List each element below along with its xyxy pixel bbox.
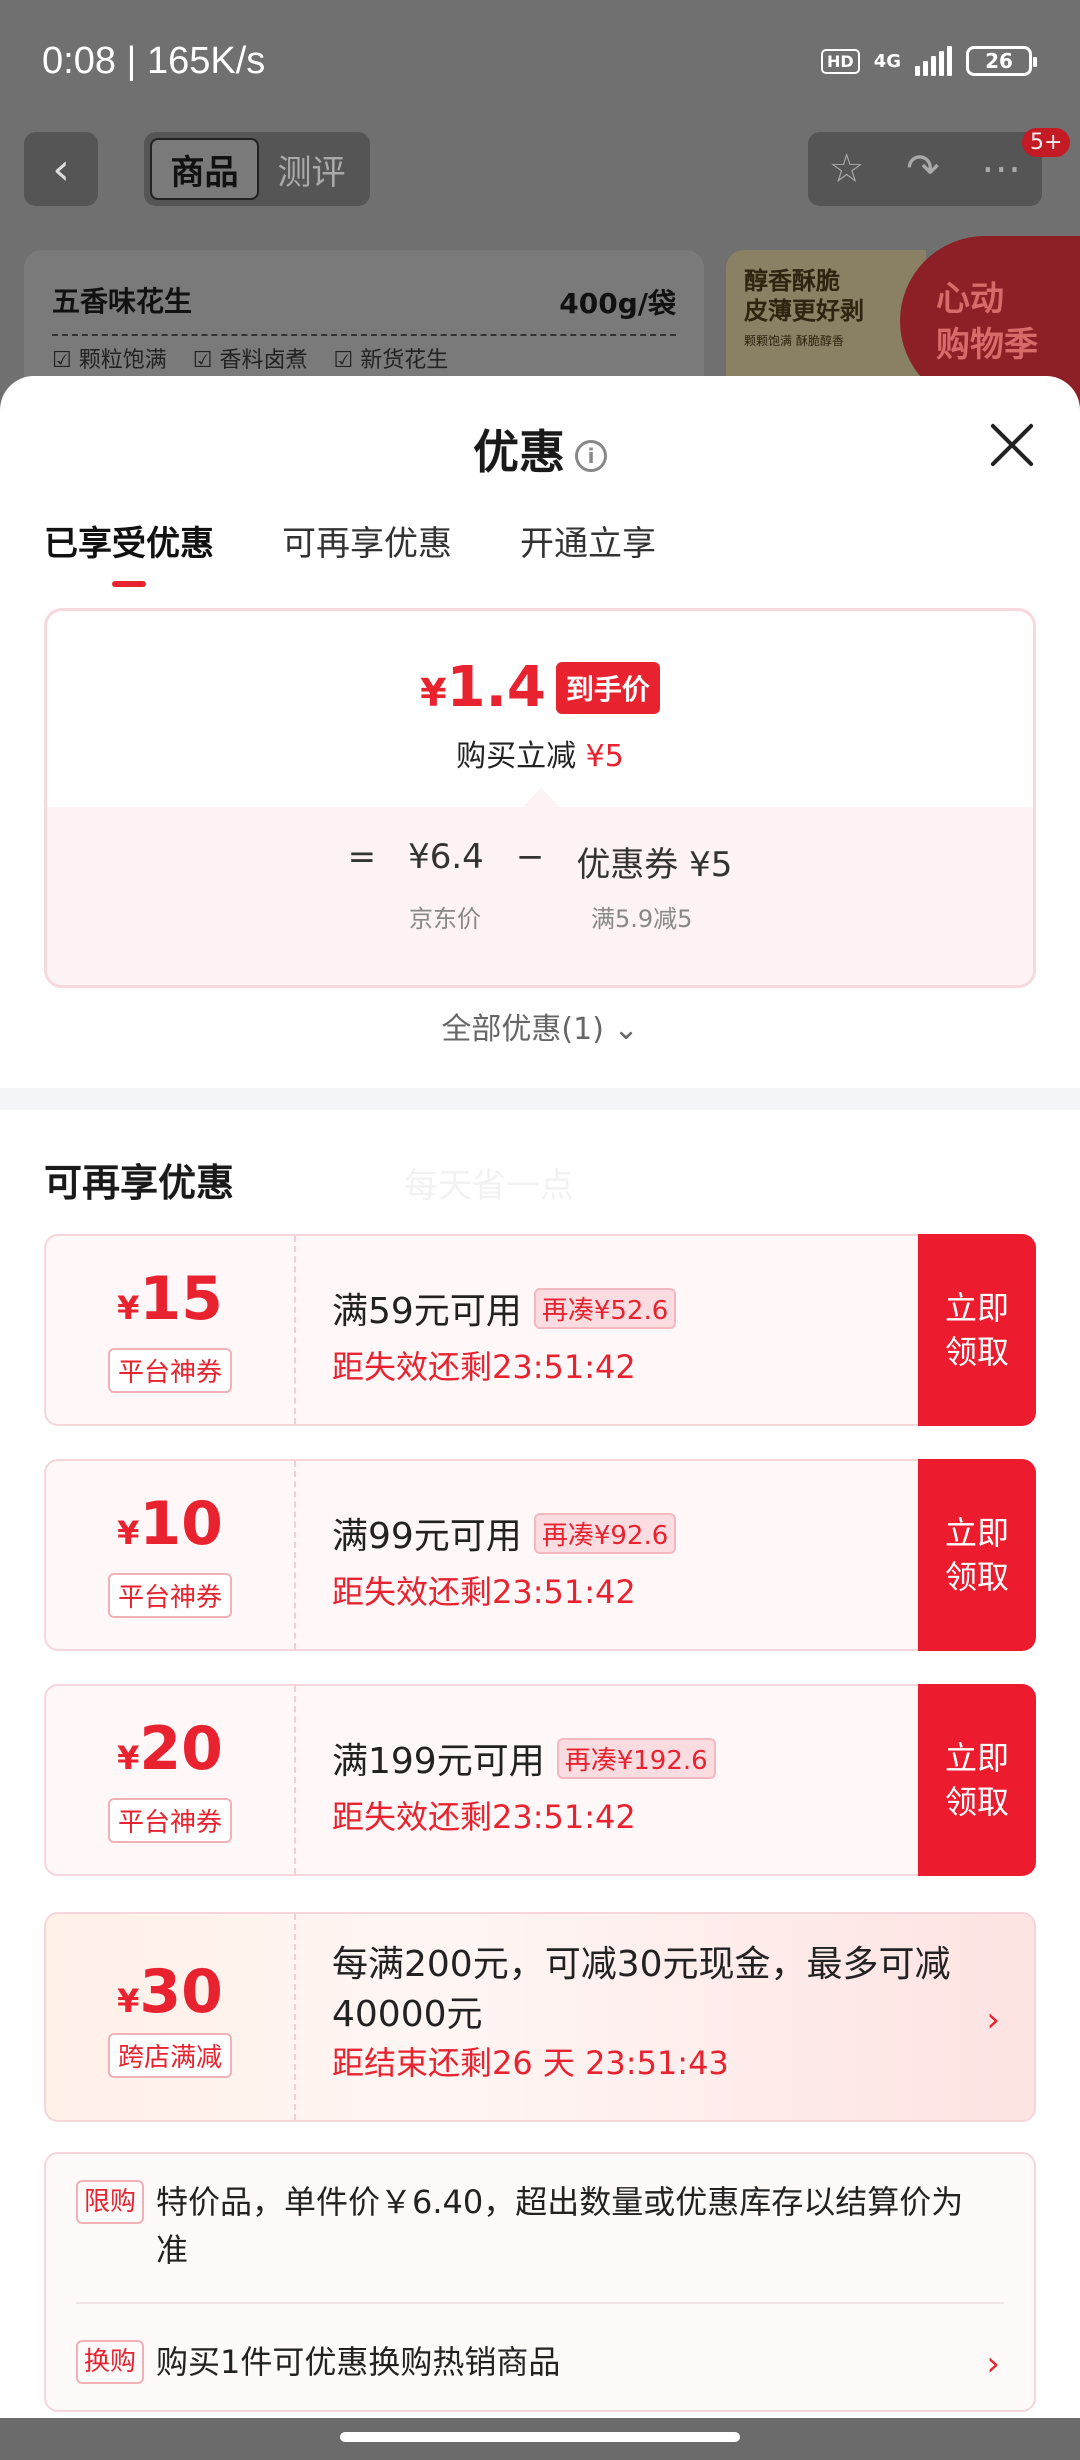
coupon-condition: 满199元可用 再凑¥192.6: [332, 1732, 716, 1784]
coupon-timer: 距失效还剩23:51:42: [332, 1573, 636, 1611]
home-indicator: [0, 2418, 1080, 2460]
price-summary: ¥1.4 到手价 购买立减 ¥5 = ¥6.4 − 优惠券 ¥5 京东价 满5.…: [44, 608, 1036, 988]
section-title: 可再享优惠: [44, 1161, 235, 1205]
coupon-condition: 满59元可用 再凑¥52.6: [332, 1282, 677, 1334]
watermark: 每天省一点: [404, 1166, 574, 1206]
coupon-need-badge: 再凑¥92.6: [533, 1512, 677, 1554]
status-time: 0:08 | 165K/s: [42, 40, 266, 82]
rule-tag: 换购: [76, 2340, 145, 2384]
coupon-details: 满199元可用 再凑¥192.6 距失效还剩23:51:42: [332, 1732, 716, 1838]
cross-store-discount[interactable]: ¥30 跨店满减 每满200元，可减30元现金，最多可减40000元 距结束还剩…: [44, 1912, 1036, 2122]
product-size: 400g/袋: [559, 287, 676, 320]
header-tabs: 商品 测评: [144, 132, 370, 206]
notification-badge: 5+: [1022, 128, 1071, 157]
signal-icon: [915, 46, 952, 76]
cross-store-amount: ¥30: [117, 1956, 223, 2027]
all-offers-toggle[interactable]: 全部优惠(1) ⌄: [0, 1004, 1080, 1048]
coupon-value: ¥10 平台神券: [46, 1461, 296, 1649]
coupon-timer: 距失效还剩23:51:42: [332, 1348, 636, 1386]
coupon-condition-label: 满5.9减5: [591, 905, 693, 933]
battery-icon: 26: [966, 46, 1037, 76]
minus-sign: −: [515, 837, 545, 877]
claim-button[interactable]: 立即 领取: [918, 1459, 1036, 1651]
tab-enjoyed[interactable]: 已享受优惠: [44, 516, 214, 587]
product-tags: ☑ 颗粒饱满 ☑ 香料卤煮 ☑ 新货花生: [52, 334, 676, 374]
coupon-card: ¥20 平台神券 满199元可用 再凑¥192.6 距失效还剩23:51:42 立…: [44, 1684, 1036, 1876]
info-icon[interactable]: i: [575, 439, 607, 472]
top-actions: ☆ ↷ ⋯: [808, 132, 1042, 206]
more-icon[interactable]: ⋯: [981, 146, 1021, 192]
status-icons: HD 4G 26: [821, 46, 1037, 76]
final-price: ¥1.4: [420, 655, 546, 720]
coupon-need-badge: 再凑¥192.6: [556, 1737, 716, 1779]
close-icon[interactable]: [988, 420, 1036, 468]
modal-title: 优惠 i: [0, 416, 1080, 482]
tab-activate[interactable]: 开通立享: [520, 516, 656, 587]
coupon-amount: ¥10: [117, 1489, 223, 1559]
purchase-rules: 限购 特价品，单件价￥6.40，超出数量或优惠库存以结算价为准 换购 购买1件可…: [44, 2152, 1036, 2412]
coupon-card: ¥15 平台神券 满59元可用 再凑¥52.6 距失效还剩23:51:42 立即领…: [44, 1234, 1036, 1426]
offer-tabs: 已享受优惠 可再享优惠 开通立享: [44, 516, 656, 587]
cross-store-timer: 距结束还剩26 天 23:51:43: [332, 2044, 729, 2082]
coupon-type-tag: 平台神券: [107, 1573, 232, 1618]
cross-store-value: ¥30 跨店满减: [46, 1914, 296, 2120]
rule-tag: 限购: [76, 2180, 145, 2224]
rule-text: 特价品，单件价￥6.40，超出数量或优惠库存以结算价为准: [156, 2183, 964, 2269]
network-label: 4G: [873, 50, 901, 72]
equals-sign: =: [347, 837, 377, 877]
cross-store-text: 每满200元，可减30元现金，最多可减40000元: [332, 1944, 951, 2035]
chevron-right-icon: ›: [986, 2344, 1000, 2384]
coupon-amount: ¥15: [117, 1264, 223, 1334]
formula-row: = ¥6.4 − 优惠券 ¥5: [47, 837, 1033, 886]
tab-more-offers[interactable]: 可再享优惠: [282, 516, 452, 587]
tab-product[interactable]: 商品: [150, 138, 259, 200]
jd-price-label: 京东价: [409, 905, 481, 933]
back-button[interactable]: ‹: [24, 132, 98, 206]
share-icon[interactable]: ↷: [906, 146, 940, 192]
divider: [76, 2302, 1004, 2304]
rule-item-exchange[interactable]: 换购 购买1件可优惠换购热销商品: [76, 2338, 560, 2386]
cross-store-tag: 跨店满减: [107, 2032, 232, 2078]
product-tag: ☑ 新货花生: [333, 348, 449, 373]
product-tag: ☑ 颗粒饱满: [52, 348, 167, 373]
hd-icon: HD: [821, 48, 860, 74]
tab-review[interactable]: 测评: [259, 138, 364, 200]
claim-button[interactable]: 立即 领取: [918, 1684, 1036, 1876]
coupon-details: 满59元可用 再凑¥52.6 距失效还剩23:51:42: [332, 1282, 677, 1388]
cross-store-details: 每满200元，可减30元现金，最多可减40000元 距结束还剩26 天 23:5…: [332, 1940, 952, 2086]
promo-line: 皮薄更好剥: [744, 297, 864, 325]
promo-red-line: 购物季: [936, 325, 1038, 365]
coupon-value: ¥15 平台神券: [46, 1236, 296, 1424]
offers-modal: 优惠 i 已享受优惠 可再享优惠 开通立享 ¥1.4 到手价 购买立减 ¥5 = …: [0, 376, 1080, 2460]
coupon-condition: 满99元可用 再凑¥92.6: [332, 1507, 677, 1559]
coupon-amount: ¥20: [117, 1714, 223, 1784]
jd-price: ¥6.4: [408, 837, 484, 877]
coupon-type-tag: 平台神券: [107, 1798, 232, 1843]
discount-line: 购买立减 ¥5: [456, 739, 624, 774]
coupon-details: 满99元可用 再凑¥92.6 距失效还剩23:51:42: [332, 1507, 677, 1613]
final-price-row: ¥1.4 到手价: [47, 655, 1033, 720]
chevron-right-icon: ›: [986, 2000, 1000, 2040]
rule-item: 限购 特价品，单件价￥6.40，超出数量或优惠库存以结算价为准: [76, 2178, 976, 2274]
product-tag: ☑ 香料卤煮: [192, 348, 308, 373]
chevron-left-icon: ‹: [52, 143, 70, 195]
claim-button[interactable]: 立即 领取: [918, 1234, 1036, 1426]
promo-line: 醇香酥脆: [744, 267, 840, 295]
rule-text: 购买1件可优惠换购热销商品: [156, 2343, 561, 2381]
coupon-card: ¥10 平台神券 满99元可用 再凑¥92.6 距失效还剩23:51:42 立即领…: [44, 1459, 1036, 1651]
coupon-deduction: 优惠券 ¥5: [576, 845, 733, 885]
modal-title-text: 优惠: [473, 425, 565, 479]
promo-red-line: 心动: [936, 279, 1004, 319]
star-icon[interactable]: ☆: [829, 146, 865, 192]
coupon-type-tag: 平台神券: [107, 1348, 232, 1393]
coupon-need-badge: 再凑¥52.6: [533, 1287, 677, 1329]
coupon-value: ¥20 平台神券: [46, 1686, 296, 1874]
final-price-tag: 到手价: [555, 661, 660, 714]
divider: [0, 1088, 1080, 1110]
coupon-timer: 距失效还剩23:51:42: [332, 1798, 636, 1836]
chevron-down-icon: ⌄: [613, 1012, 639, 1047]
promo-small-text: 颗颗饱满 酥脆醇香: [744, 334, 844, 348]
price-formula: = ¥6.4 − 优惠券 ¥5 京东价 满5.9减5: [47, 807, 1033, 985]
